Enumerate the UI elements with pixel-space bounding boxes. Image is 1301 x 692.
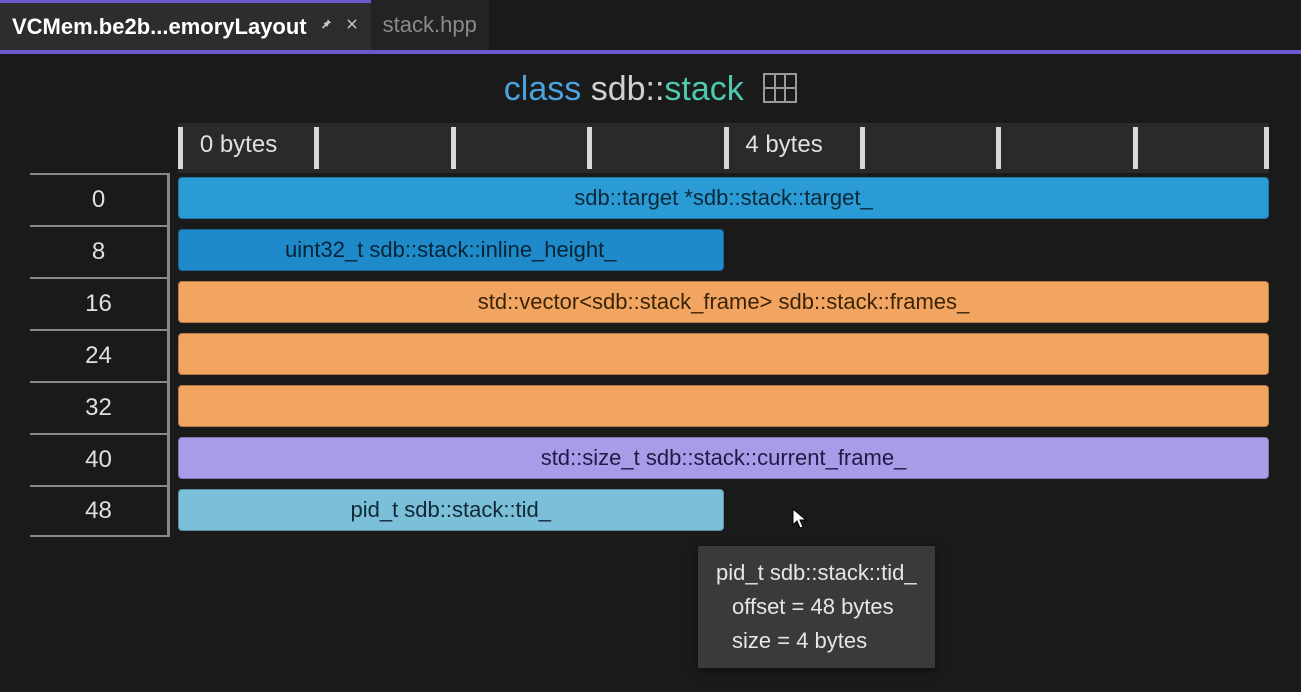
class-name: stack	[664, 70, 743, 108]
offset-cell: 24	[30, 329, 170, 381]
tooltip-offset: offset = 48 bytes	[716, 590, 917, 624]
field-frames-cont-1[interactable]	[178, 333, 1269, 375]
tab-stack-hpp[interactable]: stack.hpp	[371, 0, 489, 50]
tooltip-size: size = 4 bytes	[716, 624, 917, 658]
ruler-tick	[178, 127, 183, 169]
keyword-class: class	[504, 70, 581, 108]
offset-cell: 48	[30, 485, 170, 537]
offset-cell: 40	[30, 433, 170, 485]
tab-label: stack.hpp	[383, 12, 477, 38]
offset-cell: 16	[30, 277, 170, 329]
ruler-tick	[314, 127, 319, 169]
ruler-label-0: 0 bytes	[200, 131, 277, 159]
memory-layout-view: class sdb::stack 0 8 16 24 32 40 48 0 by…	[0, 54, 1301, 537]
offset-cell: 32	[30, 381, 170, 433]
field-inline-height[interactable]: uint32_t sdb::stack::inline_height_	[178, 229, 724, 271]
ruler-tick	[860, 127, 865, 169]
field-rows: sdb::target *sdb::stack::target_ uint32_…	[178, 173, 1269, 537]
ruler-tick	[587, 127, 592, 169]
field-target[interactable]: sdb::target *sdb::stack::target_	[178, 177, 1269, 219]
grid-icon[interactable]	[763, 73, 797, 103]
tooltip-title: pid_t sdb::stack::tid_	[716, 556, 917, 590]
field-tid[interactable]: pid_t sdb::stack::tid_	[178, 489, 724, 531]
pin-icon[interactable]	[319, 17, 333, 36]
tab-label: VCMem.be2b...emoryLayout	[12, 14, 307, 40]
field-frames-cont-2[interactable]	[178, 385, 1269, 427]
offset-column: 0 8 16 24 32 40 48	[30, 173, 170, 537]
ruler-label-4: 4 bytes	[745, 131, 822, 159]
namespace: sdb::	[591, 70, 665, 108]
ruler-tick	[1264, 127, 1269, 169]
tab-memory-layout[interactable]: VCMem.be2b...emoryLayout	[0, 0, 371, 50]
tab-bar: VCMem.be2b...emoryLayout stack.hpp	[0, 0, 1301, 54]
offset-cell: 0	[30, 173, 170, 225]
ruler-tick	[451, 127, 456, 169]
class-title: class sdb::stack	[0, 64, 1301, 123]
ruler-tick	[724, 127, 729, 169]
field-current-frame[interactable]: std::size_t sdb::stack::current_frame_	[178, 437, 1269, 479]
byte-ruler: 0 bytes 4 bytes	[178, 123, 1269, 173]
close-icon[interactable]	[345, 17, 359, 36]
ruler-tick	[1133, 127, 1138, 169]
field-frames[interactable]: std::vector<sdb::stack_frame> sdb::stack…	[178, 281, 1269, 323]
field-tooltip: pid_t sdb::stack::tid_ offset = 48 bytes…	[698, 546, 935, 668]
offset-cell: 8	[30, 225, 170, 277]
ruler-tick	[996, 127, 1001, 169]
